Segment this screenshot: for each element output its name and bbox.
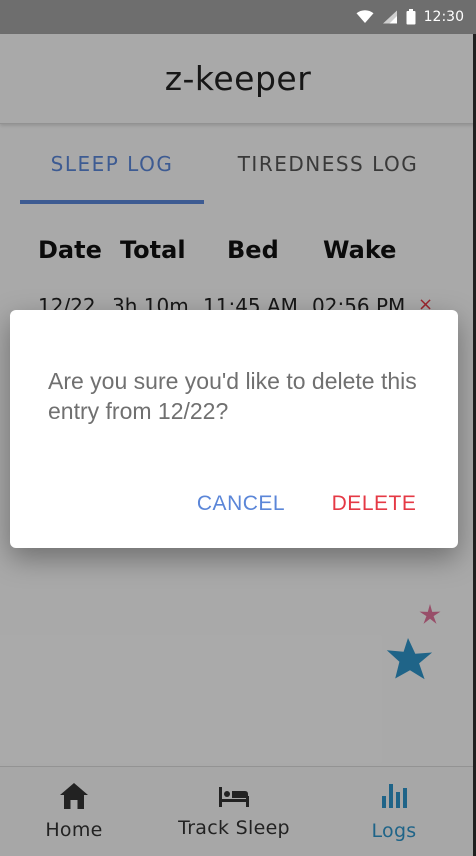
status-icons: 12:30 xyxy=(356,0,464,34)
delete-button[interactable]: DELETE xyxy=(324,486,424,522)
dialog-message: Are you sure you'd like to delete this e… xyxy=(48,368,417,424)
cancel-button[interactable]: CANCEL xyxy=(188,486,294,522)
cell-signal-icon xyxy=(382,10,398,24)
status-bar: 12:30 xyxy=(0,0,476,34)
status-time: 12:30 xyxy=(423,9,464,25)
app-screen: 12:30 z-keeper SLEEP LOG TIREDNESS LOG D… xyxy=(0,0,476,856)
battery-icon xyxy=(406,9,416,25)
wifi-icon xyxy=(356,10,374,24)
delete-confirm-dialog: Are you sure you'd like to delete this e… xyxy=(10,310,458,548)
